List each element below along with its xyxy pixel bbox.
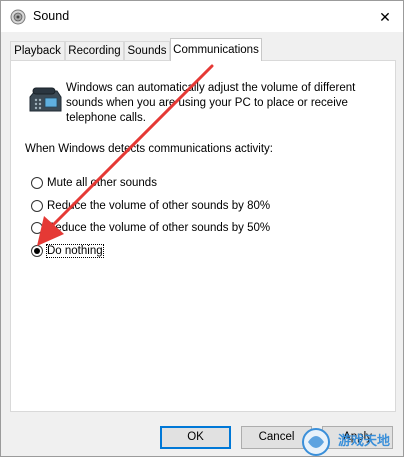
sound-dialog: Sound ✕ Playback Recording Sounds Commun… bbox=[0, 0, 404, 457]
title-bar: Sound ✕ bbox=[1, 1, 403, 32]
tab-recording[interactable]: Recording bbox=[65, 41, 124, 60]
close-icon: ✕ bbox=[379, 8, 391, 25]
tab-communications[interactable]: Communications bbox=[170, 38, 262, 61]
option-label: Reduce the volume of other sounds by 50% bbox=[47, 222, 271, 234]
option-label: Do nothing bbox=[46, 244, 104, 258]
tab-sounds[interactable]: Sounds bbox=[124, 41, 170, 60]
option-label: Mute all other sounds bbox=[47, 177, 157, 189]
tab-playback[interactable]: Playback bbox=[10, 41, 65, 60]
tab-label: Sounds bbox=[127, 45, 167, 57]
watermark-text: 游戏天地 bbox=[338, 433, 391, 448]
watermark-logo-icon bbox=[302, 428, 330, 456]
button-label: Cancel bbox=[258, 431, 295, 443]
option-mute-all[interactable]: Mute all other sounds bbox=[31, 175, 157, 191]
option-reduce-50[interactable]: Reduce the volume of other sounds by 50% bbox=[31, 220, 270, 236]
option-label: Reduce the volume of other sounds by 80% bbox=[47, 200, 271, 212]
communications-panel: Windows can automatically adjust the vol… bbox=[10, 60, 396, 412]
radio-button[interactable] bbox=[31, 177, 43, 189]
option-reduce-80[interactable]: Reduce the volume of other sounds by 80% bbox=[31, 198, 270, 214]
radio-button[interactable] bbox=[31, 222, 43, 234]
tab-label: Playback bbox=[14, 45, 61, 57]
tab-label: Communications bbox=[173, 44, 259, 56]
detect-label: When Windows detects communications acti… bbox=[25, 143, 273, 155]
speaker-icon bbox=[10, 9, 26, 25]
ok-button[interactable]: OK bbox=[160, 426, 231, 449]
button-label: OK bbox=[187, 431, 204, 443]
window-title: Sound bbox=[33, 9, 70, 23]
tab-label: Recording bbox=[68, 45, 121, 57]
watermark: 游戏天地 bbox=[296, 424, 404, 457]
option-do-nothing[interactable]: Do nothing bbox=[31, 243, 104, 259]
close-button[interactable]: ✕ bbox=[373, 6, 397, 28]
telephone-icon bbox=[29, 87, 62, 112]
description-text: Windows can automatically adjust the vol… bbox=[66, 82, 356, 124]
radio-button[interactable] bbox=[31, 200, 43, 212]
radio-button-selected[interactable] bbox=[31, 245, 43, 257]
